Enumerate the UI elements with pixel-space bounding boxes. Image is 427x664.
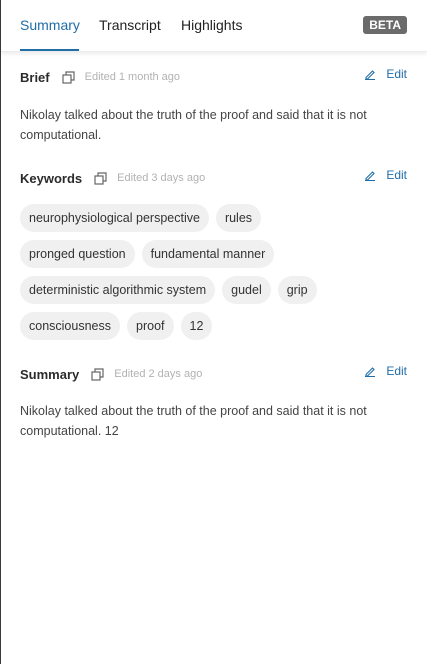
keywords-edit-button[interactable]: Edit bbox=[364, 168, 407, 182]
brief-title: Brief bbox=[20, 69, 50, 85]
tab-summary[interactable]: Summary bbox=[20, 17, 80, 33]
active-tab-indicator bbox=[20, 49, 79, 51]
keyword-chip[interactable]: neurophysiological perspective bbox=[20, 204, 209, 232]
summary-title: Summary bbox=[20, 366, 80, 382]
keyword-list: neurophysiological perspective rules pro… bbox=[20, 204, 415, 348]
summary-edited-time: Edited 2 days ago bbox=[114, 368, 203, 380]
copy-icon[interactable] bbox=[62, 70, 75, 84]
keyword-chip[interactable]: deterministic algorithmic system bbox=[20, 276, 216, 304]
pencil-icon bbox=[365, 367, 376, 377]
keyword-chip[interactable]: consciousness bbox=[20, 312, 120, 340]
keywords-header: Keywords Edited 3 days ago Edit bbox=[20, 168, 407, 188]
keyword-chip[interactable]: 12 bbox=[180, 312, 213, 340]
copy-icon[interactable] bbox=[91, 367, 104, 381]
keyword-chip[interactable]: fundamental manner bbox=[141, 240, 275, 268]
tab-bar: Summary Transcript Highlights BETA bbox=[1, 0, 427, 52]
brief-header: Brief Edited 1 month ago Edit bbox=[20, 67, 407, 87]
pencil-icon bbox=[365, 171, 376, 181]
brief-text: Nikolay talked about the truth of the pr… bbox=[20, 108, 367, 142]
copy-icon[interactable] bbox=[94, 171, 107, 185]
keywords-edited-time: Edited 3 days ago bbox=[117, 172, 206, 184]
keyword-chip[interactable]: proof bbox=[127, 312, 174, 340]
keyword-chip[interactable]: rules bbox=[215, 204, 262, 232]
summary-edit-label: Edit bbox=[386, 364, 407, 378]
keyword-chip[interactable]: grip bbox=[277, 276, 317, 304]
summary-edit-button[interactable]: Edit bbox=[364, 364, 407, 378]
keyword-chip[interactable]: pronged question bbox=[20, 240, 135, 268]
brief-edited-time: Edited 1 month ago bbox=[84, 71, 181, 83]
tab-transcript[interactable]: Transcript bbox=[99, 17, 161, 33]
summary-header: Summary Edited 2 days ago Edit bbox=[20, 364, 407, 384]
brief-edit-button[interactable]: Edit bbox=[364, 67, 407, 81]
pencil-icon bbox=[365, 70, 376, 80]
left-border bbox=[0, 0, 1, 664]
beta-badge: BETA bbox=[363, 16, 407, 34]
tab-highlights[interactable]: Highlights bbox=[181, 17, 242, 33]
keywords-title: Keywords bbox=[20, 170, 83, 186]
summary-text: Nikolay talked about the truth of the pr… bbox=[20, 404, 367, 438]
keywords-edit-label: Edit bbox=[386, 168, 407, 182]
keyword-chip[interactable]: gudel bbox=[222, 276, 271, 304]
brief-edit-label: Edit bbox=[386, 67, 407, 81]
